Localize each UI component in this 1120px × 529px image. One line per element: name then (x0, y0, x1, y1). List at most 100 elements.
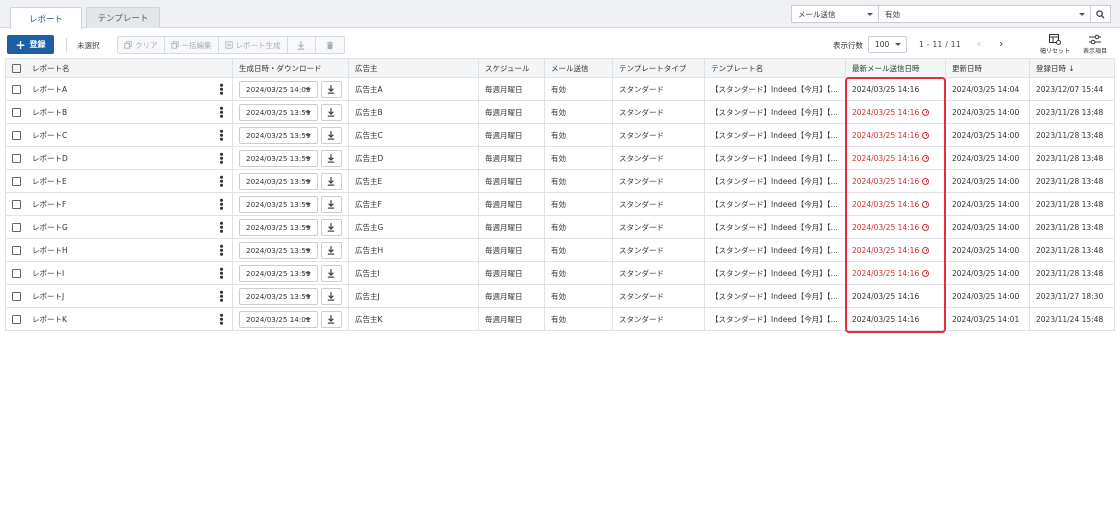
display-columns-button[interactable]: 表示項目 (1077, 34, 1113, 58)
error-icon (922, 269, 930, 277)
table-row[interactable]: レポートK 2024/03/25 14:01 広告主K 毎週月曜日 有効 スタンダード 【ス… (5, 307, 1115, 331)
tab-templates[interactable]: テンプレート (86, 7, 160, 28)
more-vert-icon[interactable] (220, 221, 223, 233)
row-checkbox[interactable] (12, 291, 21, 301)
report-name[interactable]: レポートF (32, 199, 66, 210)
more-vert-icon[interactable] (220, 267, 223, 279)
clear-button[interactable]: クリア (118, 37, 165, 53)
download-icon (328, 199, 335, 209)
generated-datetime-select[interactable]: 2024/03/25 13:59 (239, 149, 318, 167)
report-name[interactable]: レポートJ (32, 291, 64, 302)
generated-datetime-select[interactable]: 2024/03/25 13:59 (239, 218, 318, 236)
column-header-created[interactable]: 登録日時 ↓ (1029, 58, 1115, 78)
table-row[interactable]: レポートJ 2024/03/25 13:59 広告主J 毎週月曜日 有効 スタンダード 【ス… (5, 284, 1115, 308)
download-report-button[interactable] (320, 80, 342, 98)
download-report-button[interactable] (320, 103, 342, 121)
download-report-button[interactable] (320, 287, 342, 305)
report-name[interactable]: レポートD (32, 153, 68, 164)
download-report-button[interactable] (320, 241, 342, 259)
previous-page-button[interactable]: ‹ (977, 37, 981, 50)
table-row[interactable]: レポートB 2024/03/25 13:59 広告主B 毎週月曜日 有効 スタンダード 【ス… (5, 100, 1115, 124)
cell-advertiser: 広告主I (348, 261, 479, 285)
column-header-mail[interactable]: メール送信 (544, 58, 613, 78)
generated-datetime-select[interactable]: 2024/03/25 13:59 (239, 287, 318, 305)
more-vert-icon[interactable] (220, 175, 223, 187)
row-checkbox[interactable] (12, 107, 21, 117)
column-header-schedule[interactable]: スケジュール (478, 58, 545, 78)
report-name[interactable]: レポートI (32, 268, 64, 279)
more-vert-icon[interactable] (220, 106, 223, 118)
report-name[interactable]: レポートK (32, 314, 67, 325)
column-header-template-name[interactable]: テンプレート名 (704, 58, 846, 78)
more-vert-icon[interactable] (220, 313, 223, 325)
generated-datetime-select[interactable]: 2024/03/25 14:03 (239, 80, 318, 98)
download-report-button[interactable] (320, 126, 342, 144)
column-header-updated[interactable]: 更新日時 (945, 58, 1030, 78)
report-name[interactable]: レポートA (32, 84, 67, 95)
search-button[interactable] (1091, 5, 1111, 23)
table-row[interactable]: レポートC 2024/03/25 13:59 広告主C 毎週月曜日 有効 スタンダード 【ス… (5, 123, 1115, 147)
bulk-edit-button[interactable]: 一括編集 (165, 37, 219, 53)
generated-datetime-select[interactable]: 2024/03/25 14:01 (239, 310, 318, 328)
generated-datetime-select[interactable]: 2024/03/25 13:59 (239, 264, 318, 282)
cell-mail: 有効 (544, 307, 613, 331)
row-checkbox[interactable] (12, 222, 21, 232)
report-name[interactable]: レポートC (32, 130, 67, 141)
column-header-generated[interactable]: 生成日時・ダウンロード (232, 58, 349, 78)
column-header-advertiser[interactable]: 広告主 (348, 58, 479, 78)
generated-datetime-select[interactable]: 2024/03/25 13:59 (239, 241, 318, 259)
tab-reports[interactable]: レポート (10, 7, 82, 29)
report-name[interactable]: レポートB (32, 107, 67, 118)
row-checkbox[interactable] (12, 199, 21, 209)
report-name[interactable]: レポートE (32, 176, 67, 187)
download-report-button[interactable] (320, 264, 342, 282)
column-header-name[interactable]: レポート名 (5, 58, 233, 78)
row-checkbox[interactable] (12, 314, 21, 324)
more-vert-icon[interactable] (220, 152, 223, 164)
add-report-button[interactable]: + 登録 (7, 35, 54, 54)
more-vert-icon[interactable] (220, 290, 223, 302)
row-checkbox[interactable] (12, 245, 21, 255)
rows-per-page-select[interactable]: 100 (868, 36, 907, 53)
more-vert-icon[interactable] (220, 198, 223, 210)
cell-advertiser: 広告主D (348, 146, 479, 170)
column-header-template-type[interactable]: テンプレートタイプ (612, 58, 705, 78)
row-checkbox[interactable] (12, 268, 21, 278)
generate-report-button[interactable]: レポート生成 (219, 37, 288, 53)
table-row[interactable]: レポートD 2024/03/25 13:59 広告主D 毎週月曜日 有効 スタンダード 【ス… (5, 146, 1115, 170)
table-row[interactable]: レポートE 2024/03/25 13:59 広告主E 毎週月曜日 有効 スタンダード 【ス… (5, 169, 1115, 193)
cell-name: レポートB (5, 100, 233, 124)
table-row[interactable]: レポートG 2024/03/25 13:59 広告主G 毎週月曜日 有効 スタンダード 【ス… (5, 215, 1115, 239)
table-row[interactable]: レポートF 2024/03/25 13:59 広告主F 毎週月曜日 有効 スタンダード 【ス… (5, 192, 1115, 216)
row-checkbox[interactable] (12, 176, 21, 186)
generated-datetime-select[interactable]: 2024/03/25 13:59 (239, 195, 318, 213)
generated-datetime-select[interactable]: 2024/03/25 13:59 (239, 103, 318, 121)
more-vert-icon[interactable] (220, 244, 223, 256)
table-row[interactable]: レポートI 2024/03/25 13:59 広告主I 毎週月曜日 有効 スタンダード 【ス… (5, 261, 1115, 285)
select-all-checkbox[interactable] (12, 63, 21, 73)
download-report-button[interactable] (320, 310, 342, 328)
row-checkbox[interactable] (12, 153, 21, 163)
generated-datetime-select[interactable]: 2024/03/25 13:59 (239, 126, 318, 144)
filter-field-select[interactable]: メール送信 (791, 5, 879, 23)
next-page-button[interactable]: › (999, 37, 1003, 50)
filter-value-select[interactable]: 有効 (879, 5, 1091, 23)
report-name[interactable]: レポートH (32, 245, 68, 256)
column-header-last-mail[interactable]: 最新メール送信日時 (845, 58, 946, 78)
row-checkbox[interactable] (12, 84, 21, 94)
download-report-button[interactable] (320, 149, 342, 167)
copy-icon (124, 41, 132, 49)
row-checkbox[interactable] (12, 130, 21, 140)
reset-width-button[interactable]: 幅リセット (1037, 34, 1073, 58)
table-row[interactable]: レポートA 2024/03/25 14:03 広告主A 毎週月曜日 有効 スタンダード 【ス… (5, 77, 1115, 101)
download-report-button[interactable] (320, 195, 342, 213)
report-name[interactable]: レポートG (32, 222, 68, 233)
table-row[interactable]: レポートH 2024/03/25 13:59 広告主H 毎週月曜日 有効 スタンダード 【ス… (5, 238, 1115, 262)
delete-button[interactable] (316, 37, 344, 53)
download-button[interactable] (288, 37, 316, 53)
more-vert-icon[interactable] (220, 83, 223, 95)
generated-datetime-select[interactable]: 2024/03/25 13:59 (239, 172, 318, 190)
download-report-button[interactable] (320, 218, 342, 236)
more-vert-icon[interactable] (220, 129, 223, 141)
download-report-button[interactable] (320, 172, 342, 190)
